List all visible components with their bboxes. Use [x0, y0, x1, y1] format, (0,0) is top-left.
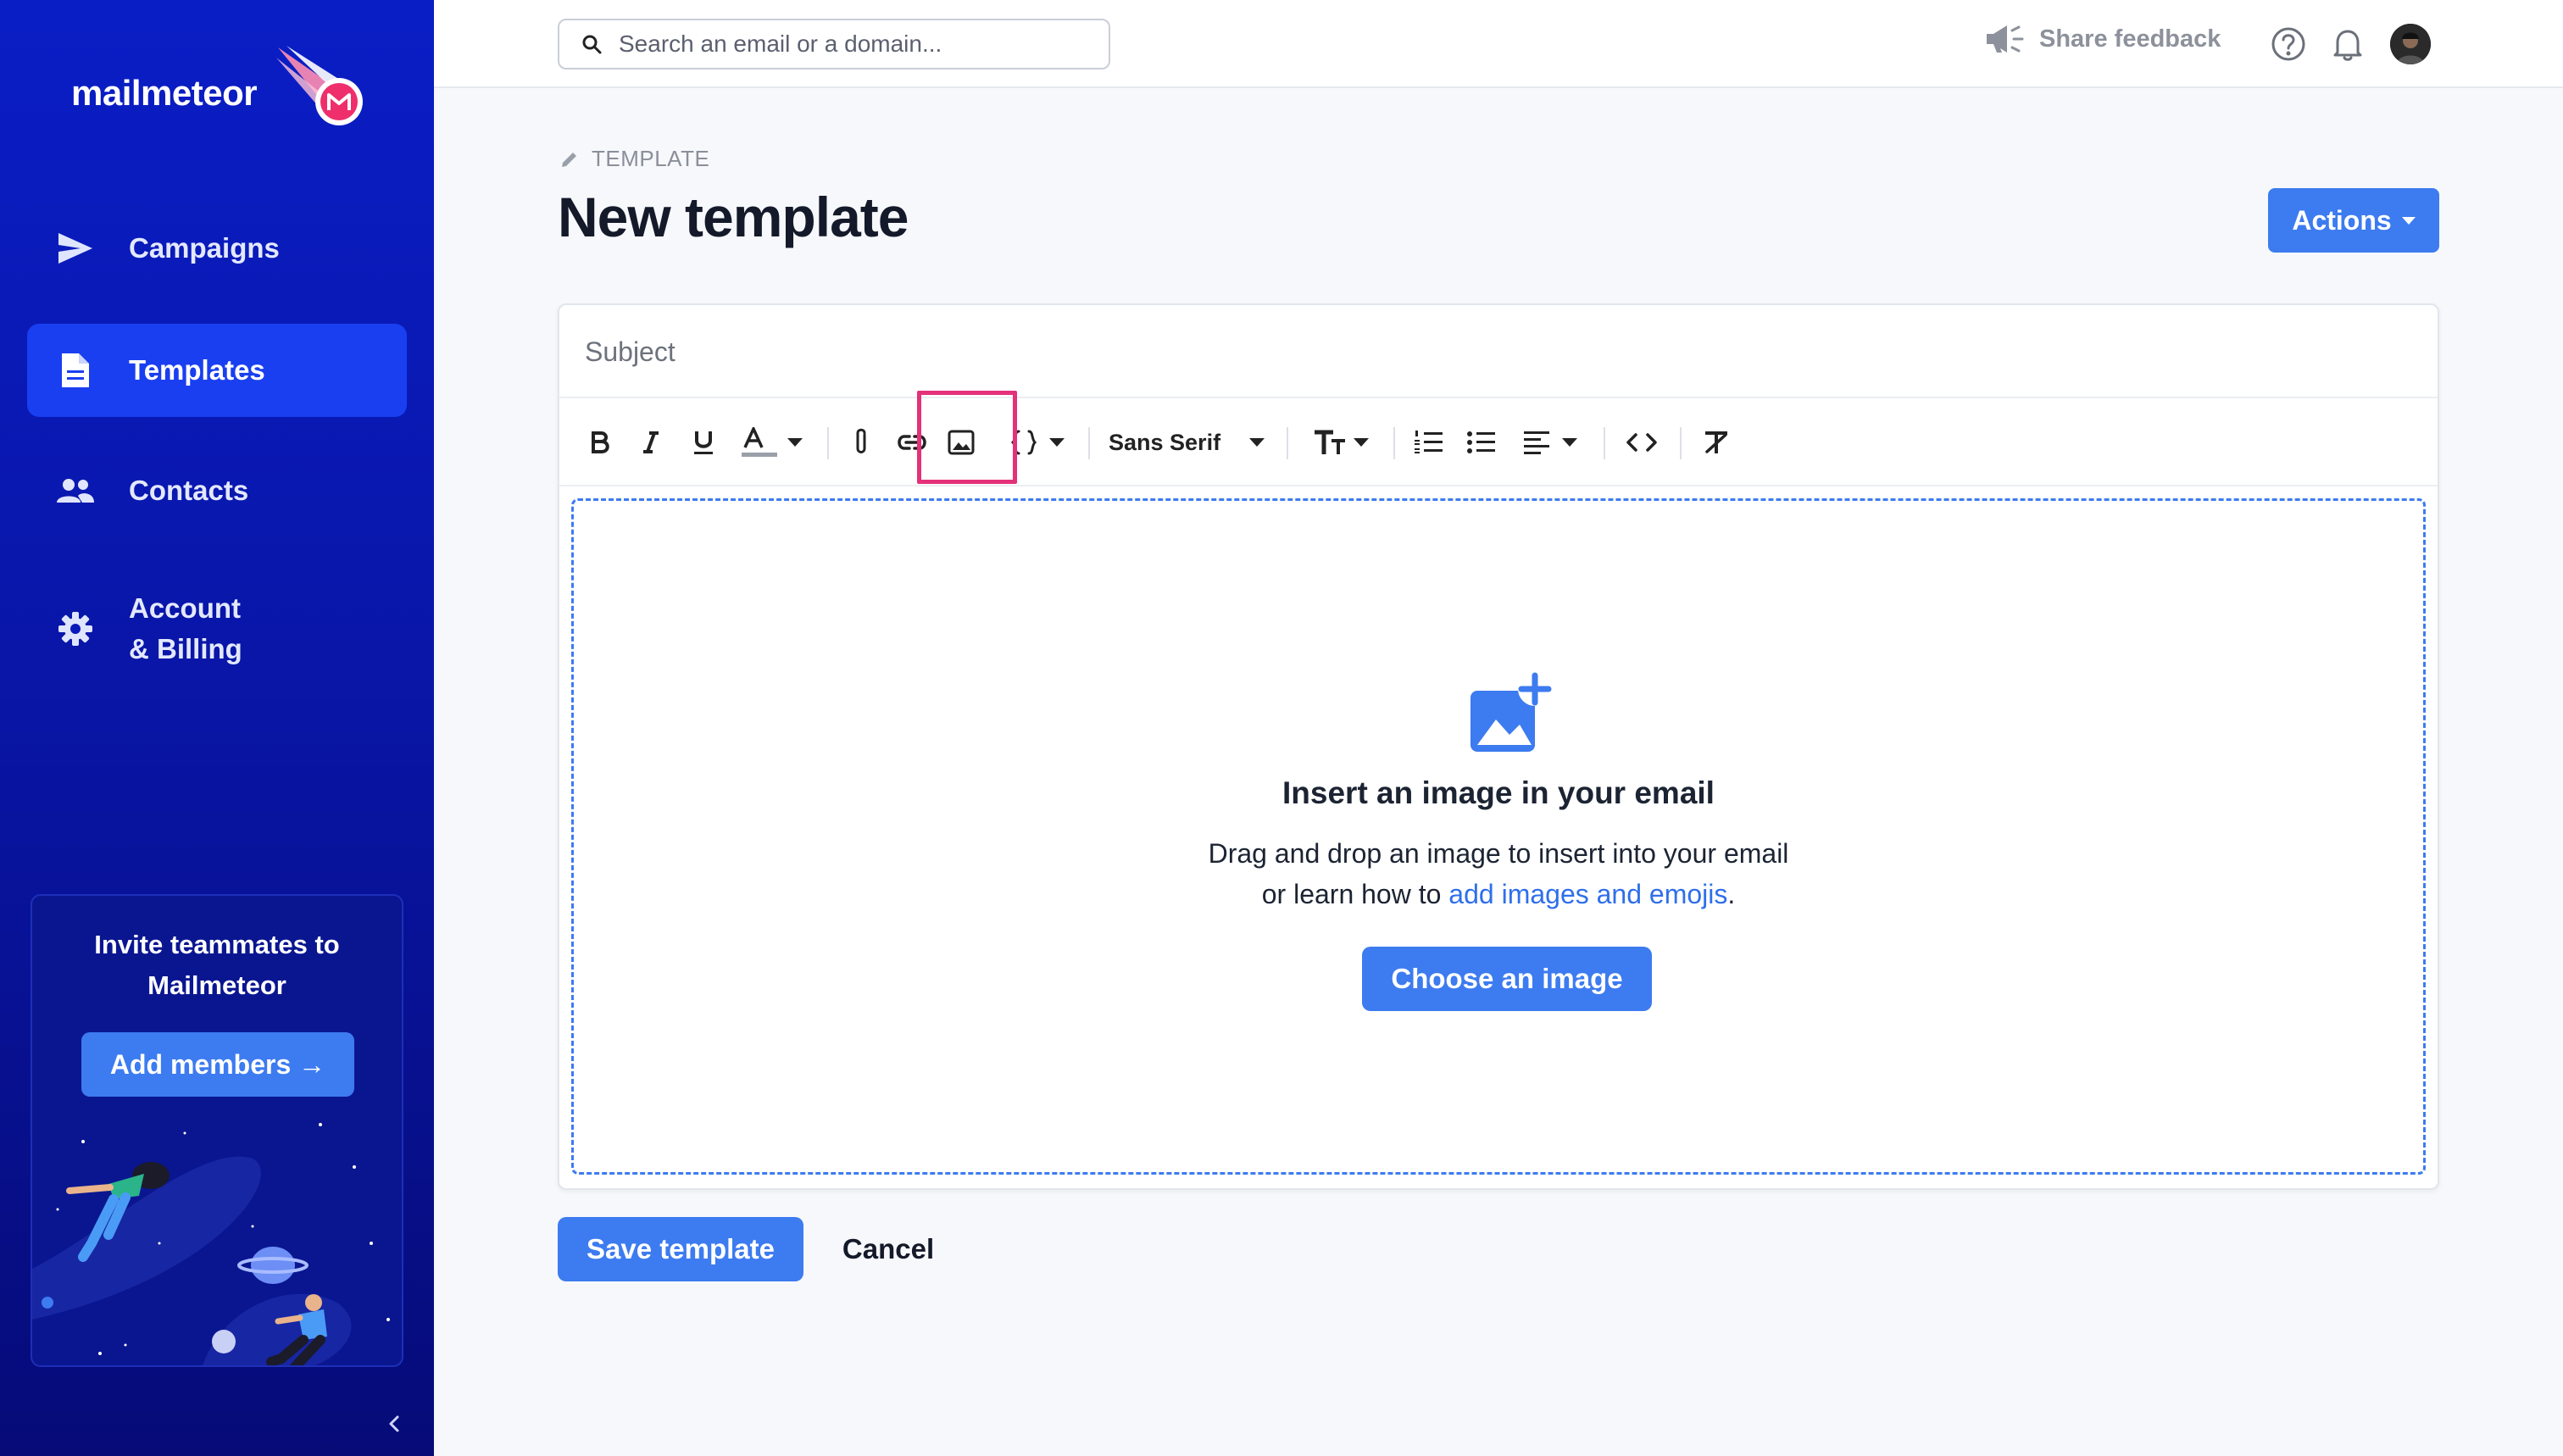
choose-image-button[interactable]: Choose an image — [1362, 947, 1652, 1011]
actions-dropdown-button[interactable]: Actions — [2268, 188, 2439, 253]
caret-down-icon — [1049, 438, 1065, 447]
toolbar-divider — [1088, 427, 1090, 459]
user-avatar-icon — [2390, 24, 2431, 64]
topbar: Share feedback — [434, 0, 2563, 88]
meteor-logo-icon — [276, 46, 363, 125]
share-feedback-button[interactable]: Share feedback — [1985, 24, 2221, 54]
image-dropzone[interactable]: Insert an image in your email Drag and d… — [571, 498, 2426, 1175]
text-align-button[interactable] — [1515, 424, 1585, 461]
text-color-button[interactable] — [737, 424, 807, 461]
breadcrumb-label: TEMPLATE — [592, 146, 710, 171]
megaphone-icon — [1987, 25, 2024, 53]
toolbar-divider — [1680, 427, 1682, 459]
page-title: New template — [558, 186, 909, 248]
toolbar-divider — [1393, 427, 1395, 459]
italic-icon — [643, 431, 659, 453]
sidebar-item-campaigns[interactable]: Campaigns — [27, 202, 407, 295]
breadcrumb: TEMPLATE — [559, 146, 709, 172]
caret-down-icon — [1562, 438, 1577, 447]
subject-row — [559, 305, 2438, 398]
caret-down-icon — [787, 438, 803, 447]
share-feedback-label: Share feedback — [2039, 25, 2221, 53]
text-size-icon — [1315, 430, 1345, 454]
underline-button[interactable] — [687, 424, 720, 461]
sidebar-item-label: Account — [129, 592, 241, 624]
sidebar-item-contacts[interactable]: Contacts — [27, 444, 407, 537]
invite-title-line2: Mailmeteor — [147, 970, 286, 1000]
sidebar-item-account-billing[interactable]: Account & Billing — [27, 580, 407, 678]
document-icon — [56, 351, 95, 390]
search-icon — [582, 35, 602, 54]
italic-button[interactable] — [634, 424, 668, 461]
numbered-list-icon — [1415, 431, 1443, 453]
collapse-sidebar-chevron-left-icon[interactable] — [381, 1411, 407, 1437]
actions-label: Actions — [2292, 204, 2392, 236]
sidebar: mailmeteor Campaigns Templates Contacts — [0, 0, 434, 1456]
add-image-icon — [1471, 672, 1552, 752]
font-family-label: Sans Serif — [1109, 429, 1221, 455]
dropzone-help-line: or learn how to add images and emojis. — [574, 879, 2423, 910]
image-button-highlight — [917, 391, 1017, 484]
paperclip-icon — [856, 428, 866, 453]
code-icon — [1626, 433, 1657, 452]
bold-icon — [592, 431, 609, 453]
help-circle-icon[interactable] — [2270, 25, 2307, 63]
caret-down-icon — [2401, 216, 2416, 225]
dropzone-help-suffix: . — [1727, 879, 1736, 909]
sidebar-item-label: Campaigns — [129, 232, 280, 264]
dropzone-description: Drag and drop an image to insert into yo… — [1208, 838, 1789, 869]
logo[interactable]: mailmeteor — [71, 46, 363, 125]
clear-formatting-icon — [1705, 431, 1727, 453]
avatar[interactable] — [2390, 24, 2431, 64]
toolbar-divider — [1287, 427, 1288, 459]
people-icon — [56, 471, 95, 510]
search-box[interactable] — [558, 19, 1110, 69]
sidebar-item-templates[interactable]: Templates — [27, 324, 407, 417]
add-members-button[interactable]: Add members → — [81, 1032, 354, 1097]
sidebar-item-label-group: Account & Billing — [129, 588, 242, 670]
sidebar-item-label: Templates — [129, 354, 265, 386]
invite-title: Invite teammates to Mailmeteor — [32, 925, 402, 1006]
space-illustration-icon — [32, 1123, 390, 1365]
subject-input[interactable] — [585, 331, 2365, 373]
underline-icon — [694, 431, 713, 454]
bell-icon[interactable] — [2329, 25, 2366, 63]
invite-title-line1: Invite teammates to — [94, 930, 340, 959]
text-color-icon — [742, 427, 777, 457]
pencil-icon — [562, 152, 576, 167]
add-images-emojis-link[interactable]: add images and emojis — [1448, 879, 1727, 909]
font-size-button[interactable] — [1307, 424, 1375, 461]
sidebar-item-label: Contacts — [129, 475, 249, 506]
send-icon — [56, 229, 95, 268]
caret-down-icon — [1249, 438, 1265, 447]
sidebar-item-label-2: & Billing — [129, 633, 242, 664]
bold-button[interactable] — [583, 424, 617, 461]
formatting-toolbar: Sans Serif — [559, 398, 2438, 486]
search-input[interactable] — [619, 31, 1093, 58]
bullet-list-icon — [1467, 431, 1495, 453]
source-code-button[interactable] — [1622, 424, 1661, 461]
dropzone-help-prefix: or learn how to — [1261, 879, 1449, 909]
numbered-list-button[interactable] — [1410, 424, 1448, 461]
bullet-list-button[interactable] — [1463, 424, 1500, 461]
gear-icon — [56, 609, 95, 648]
template-editor: Sans Serif — [558, 303, 2439, 1190]
caret-down-icon — [1354, 438, 1369, 447]
toolbar-divider — [1604, 427, 1605, 459]
dropzone-title: Insert an image in your email — [1282, 775, 1715, 810]
font-family-select[interactable]: Sans Serif — [1109, 424, 1270, 461]
attachment-button[interactable] — [844, 424, 878, 461]
logo-text: mailmeteor — [71, 73, 258, 113]
align-left-icon — [1524, 431, 1549, 454]
invite-teammates-card: Invite teammates to Mailmeteor Add membe… — [31, 894, 403, 1367]
cancel-button[interactable]: Cancel — [822, 1217, 954, 1281]
clear-formatting-button[interactable] — [1697, 424, 1736, 461]
toolbar-divider — [827, 427, 829, 459]
save-template-button[interactable]: Save template — [558, 1217, 803, 1281]
